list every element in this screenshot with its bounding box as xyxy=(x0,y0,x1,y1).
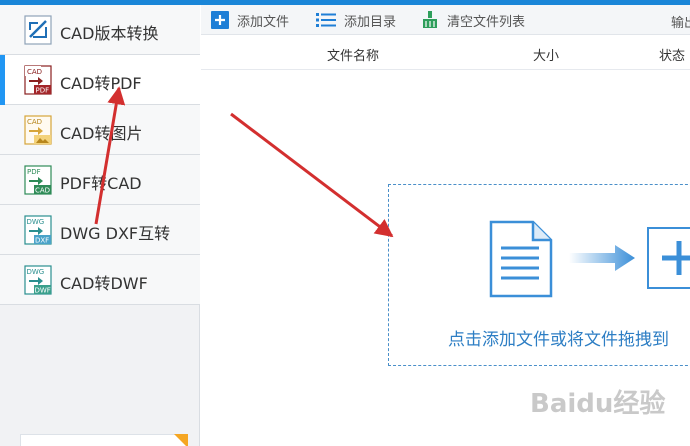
clear-list-button[interactable]: 清空文件列表 xyxy=(421,5,525,35)
cad-version-icon xyxy=(24,15,52,45)
sidebar-item-dwg-dxf[interactable]: DWG DXF DWG DXF互转 xyxy=(0,205,200,255)
document-icon xyxy=(489,220,553,298)
svg-text:CAD: CAD xyxy=(35,187,50,195)
promo-corner-badge xyxy=(174,434,188,446)
sidebar-item-cad-to-image[interactable]: CAD CAD转图片 xyxy=(0,105,200,155)
svg-text:DXF: DXF xyxy=(35,237,49,245)
promo-banner[interactable] xyxy=(20,434,188,446)
add-icon xyxy=(211,11,229,29)
file-table-header: 文件名称 大小 状态 xyxy=(201,36,690,70)
svg-text:DWF: DWF xyxy=(35,287,51,295)
svg-text:CAD: CAD xyxy=(27,118,42,126)
add-file-button[interactable]: 添加文件 xyxy=(211,5,289,35)
cad-to-image-icon: CAD xyxy=(24,115,52,145)
plus-icon xyxy=(647,227,690,289)
broom-icon xyxy=(423,11,437,28)
arrow-right-icon xyxy=(569,245,635,271)
sidebar-item-cad-to-pdf[interactable]: CAD PDF CAD转PDF xyxy=(0,55,200,105)
svg-text:PDF: PDF xyxy=(36,87,50,95)
drop-zone-hint: 点击添加文件或将文件拖拽到 xyxy=(448,330,669,350)
sidebar-item-label: DWG DXF互转 xyxy=(60,224,171,243)
svg-text:PDF: PDF xyxy=(27,168,41,176)
toolbar: 添加文件 添加目录 清空文件列表 输出 xyxy=(201,5,690,35)
output-label[interactable]: 输出 xyxy=(671,12,690,31)
sidebar: CAD版本转换 CAD PDF CAD转PDF CAD CAD转图片 PDF C… xyxy=(0,5,200,446)
file-drop-zone[interactable]: 点击添加文件或将文件拖拽到 xyxy=(388,184,690,366)
sidebar-item-cad-version[interactable]: CAD版本转换 xyxy=(0,5,200,55)
sidebar-item-cad-to-dwf[interactable]: DWG DWF CAD转DWF xyxy=(0,255,200,305)
svg-text:DWG: DWG xyxy=(27,268,45,276)
sidebar-item-label: CAD版本转换 xyxy=(60,24,159,43)
sidebar-item-label: PDF转CAD xyxy=(60,174,142,193)
dwg-dxf-icon: DWG DXF xyxy=(24,215,52,245)
pdf-to-cad-icon: PDF CAD xyxy=(24,165,52,195)
column-header-status[interactable]: 状态 xyxy=(659,45,685,64)
cad-to-dwf-icon: DWG DWF xyxy=(24,265,52,295)
sidebar-item-pdf-to-cad[interactable]: PDF CAD PDF转CAD xyxy=(0,155,200,205)
watermark: Baidu经验 xyxy=(530,389,666,419)
cad-to-pdf-icon: CAD PDF xyxy=(24,65,52,95)
sidebar-item-label: CAD转图片 xyxy=(60,124,143,143)
column-header-size[interactable]: 大小 xyxy=(533,45,559,64)
svg-text:CAD: CAD xyxy=(27,68,42,76)
sidebar-item-label: CAD转PDF xyxy=(60,74,142,93)
sidebar-item-label: CAD转DWF xyxy=(60,274,148,293)
list-icon xyxy=(316,13,336,27)
svg-text:DWG: DWG xyxy=(27,218,45,226)
annotation-arrow-dropzone xyxy=(230,112,394,238)
add-folder-button[interactable]: 添加目录 xyxy=(316,5,396,35)
column-header-filename[interactable]: 文件名称 xyxy=(327,45,379,64)
